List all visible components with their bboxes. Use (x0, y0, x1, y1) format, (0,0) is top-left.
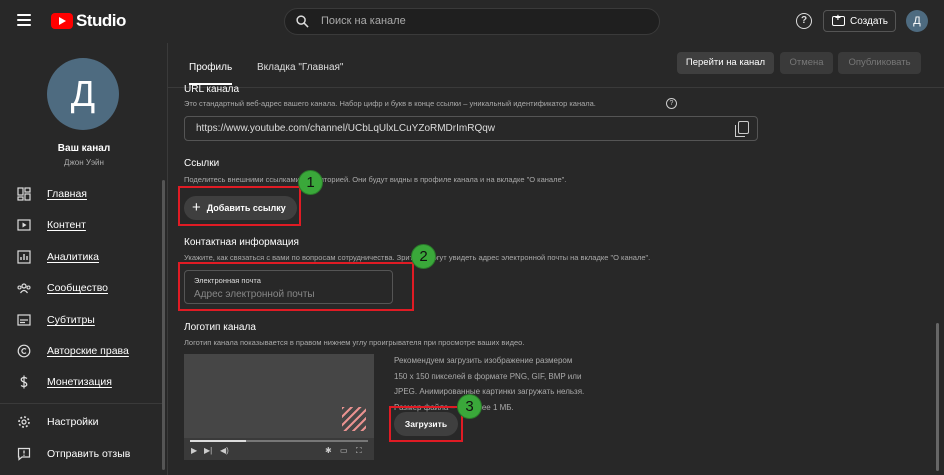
step-badge-2: 2 (411, 244, 436, 269)
step-badge-3: 3 (457, 394, 482, 419)
watermark-placeholder (342, 407, 366, 431)
go-to-channel-button[interactable]: Перейти на канал (677, 52, 774, 74)
cancel-button[interactable]: Отмена (780, 52, 833, 74)
feedback-icon (17, 447, 31, 461)
sidebar-item-label: Настройки (47, 416, 99, 428)
contact-section-title: Контактная информация (184, 237, 299, 248)
sidebar-item-analytics[interactable]: Аналитика (0, 245, 162, 269)
logo-section-description: Логотип канала показывается в правом ниж… (184, 338, 525, 347)
info-icon[interactable]: ? (666, 98, 677, 109)
highlight-add-link (178, 186, 301, 226)
channel-title: Ваш канал (57, 143, 111, 154)
sidebar-item-label: Монетизация (47, 376, 112, 388)
sidebar-item-dashboard[interactable]: Главная (0, 182, 162, 206)
logo-section-title: Логотип канала (184, 322, 256, 333)
menu-icon[interactable] (17, 14, 31, 26)
create-video-icon (832, 13, 845, 26)
sidebar-item-community[interactable]: Сообщество (0, 276, 162, 300)
step-badge-1: 1 (298, 170, 323, 195)
fullscreen-icon: ⛶ (356, 446, 362, 455)
search-icon (296, 15, 309, 28)
logo-preview-player: ▶ ▶| ◀) ✱ ▭ ⛶ (184, 354, 374, 460)
channel-owner: Джон Уэйн (64, 158, 104, 167)
player-progress-bar (190, 440, 368, 442)
search-input[interactable]: Поиск на канале (284, 8, 660, 35)
sidebar: Д Ваш канал Джон Уэйн Главная Контент Ан… (0, 43, 168, 475)
sidebar-item-settings[interactable]: Настройки (0, 410, 162, 434)
create-label: Создать (850, 15, 889, 27)
analytics-icon (17, 250, 31, 264)
help-icon[interactable]: ? (796, 13, 812, 29)
recommendation-line: JPEG. Анимированные картинки загружать н… (394, 387, 585, 396)
account-avatar[interactable]: Д (906, 10, 928, 32)
sidebar-item-label: Субтитры (47, 314, 95, 326)
sidebar-scrollbar[interactable] (162, 180, 165, 470)
next-icon: ▶| (204, 446, 213, 455)
studio-logo[interactable]: Studio (51, 11, 126, 31)
url-section-description: Это стандартный веб-адрес вашего канала.… (184, 99, 596, 108)
sidebar-item-label: Сообщество (47, 282, 108, 294)
subtitles-icon (17, 314, 31, 326)
monetization-icon (20, 375, 28, 389)
sidebar-item-label: Аналитика (47, 251, 99, 263)
community-icon (17, 283, 31, 294)
sidebar-item-subtitles[interactable]: Субтитры (0, 308, 162, 332)
sidebar-item-feedback[interactable]: Отправить отзыв (0, 442, 162, 466)
create-button[interactable]: Создать (823, 10, 896, 32)
content-icon (17, 219, 31, 231)
sidebar-item-copyright[interactable]: Авторские права (0, 339, 162, 363)
tab-profile[interactable]: Профиль (189, 62, 232, 73)
dashboard-icon (17, 187, 31, 201)
highlight-upload (389, 406, 463, 442)
channel-avatar[interactable]: Д (47, 58, 119, 130)
publish-button[interactable]: Опубликовать (838, 52, 921, 74)
recommendation-line: 150 x 150 пикселей в формате PNG, GIF, B… (394, 371, 582, 381)
top-bar: Studio Поиск на канале ? Создать Д (0, 0, 944, 43)
gear-icon (18, 416, 30, 428)
youtube-play-icon (51, 13, 73, 29)
main-scrollbar[interactable] (936, 323, 939, 471)
sidebar-item-label: Главная (47, 188, 87, 200)
channel-url-field[interactable]: https://www.youtube.com/channel/UCbLqUlx… (184, 116, 758, 141)
links-section-title: Ссылки (184, 158, 220, 169)
sidebar-item-label: Отправить отзыв (47, 448, 131, 460)
theater-icon: ▭ (340, 446, 348, 455)
copyright-icon (17, 344, 31, 358)
copy-icon[interactable] (735, 121, 749, 137)
logo-text: Studio (76, 11, 126, 30)
sidebar-divider (0, 403, 162, 404)
sidebar-item-label: Авторские права (47, 345, 129, 357)
volume-icon: ◀) (220, 446, 229, 455)
sidebar-item-monetization[interactable]: Монетизация (0, 370, 162, 394)
sidebar-item-label: Контент (47, 219, 86, 231)
links-section-description: Поделитесь внешними ссылками с аудиторие… (184, 175, 567, 184)
sidebar-item-content[interactable]: Контент (0, 213, 162, 237)
tab-home[interactable]: Вкладка "Главная" (257, 62, 343, 73)
play-icon: ▶ (191, 446, 198, 455)
highlight-email (178, 262, 414, 311)
channel-url-value: https://www.youtube.com/channel/UCbLqUlx… (196, 123, 495, 134)
recommendation-line: Рекомендуем загрузить изображение размер… (394, 356, 573, 365)
search-placeholder: Поиск на канале (321, 15, 406, 27)
settings-icon: ✱ (325, 446, 332, 455)
url-section-title: URL канала (184, 84, 240, 95)
